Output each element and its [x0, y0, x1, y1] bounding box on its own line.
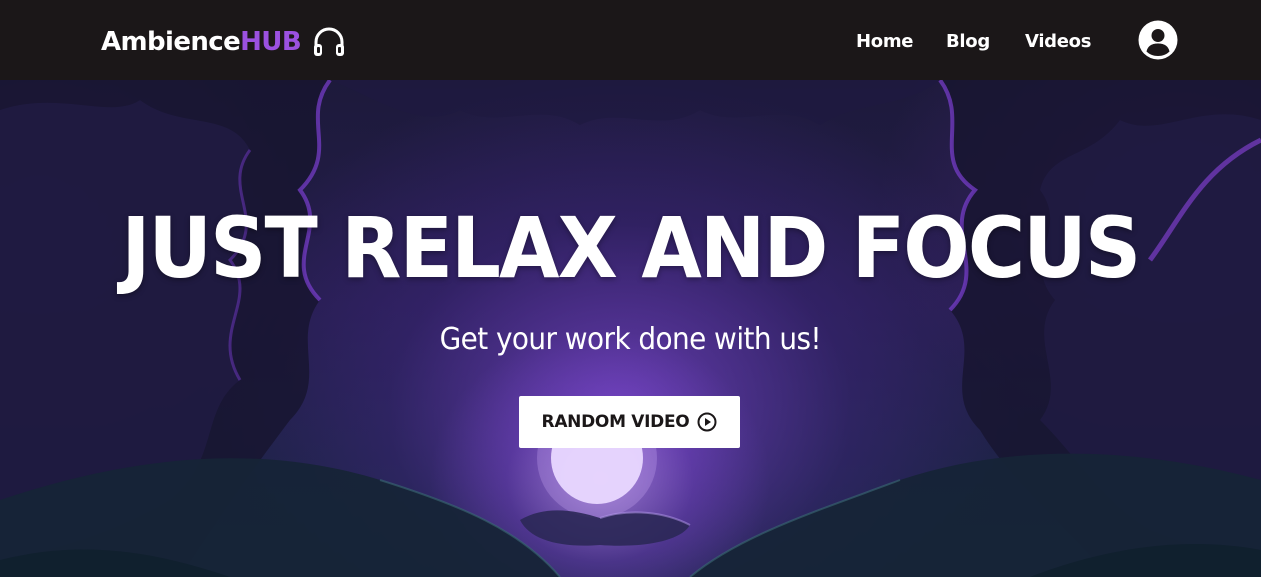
user-account-icon[interactable]: [1138, 20, 1178, 60]
hero-subtitle: Get your work done with us!: [439, 322, 822, 357]
hero-title: JUST RELAX AND FOCUS: [121, 199, 1141, 297]
hero-section: JUST RELAX AND FOCUS Get your work done …: [0, 80, 1261, 577]
random-video-button[interactable]: RANDOM VIDEO: [519, 396, 740, 448]
nav-link-videos[interactable]: Videos: [1025, 29, 1091, 55]
navbar: Ambience HUB Home Blog Videos: [0, 0, 1261, 80]
logo[interactable]: Ambience HUB: [101, 22, 347, 62]
nav-link-home[interactable]: Home: [856, 29, 914, 55]
logo-text-accent: HUB: [240, 27, 302, 57]
logo-text-main: Ambience: [101, 27, 241, 57]
nav-link-blog[interactable]: Blog: [946, 29, 990, 55]
headphones-icon: [311, 24, 347, 60]
play-circle-icon: [697, 412, 717, 432]
random-video-button-label: RANDOM VIDEO: [541, 412, 690, 432]
